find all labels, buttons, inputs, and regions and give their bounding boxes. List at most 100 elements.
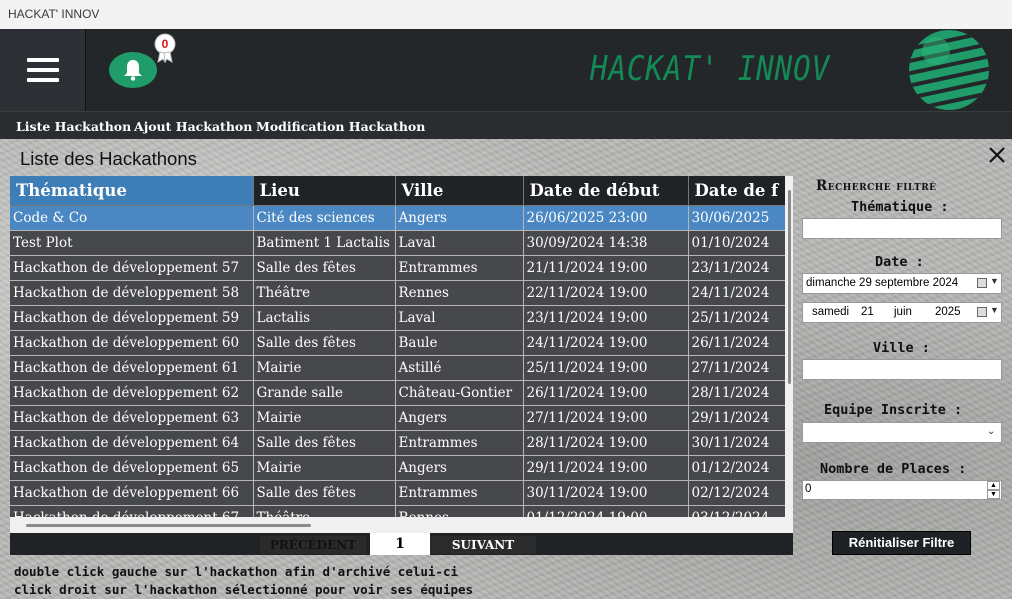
table-cell: Batiment 1 Lactalis: [253, 230, 396, 256]
hackathon-table[interactable]: Thématique Lieu Ville Date de début Date de …: [10, 176, 793, 517]
table-cell: 28/11/2024 19:00: [523, 430, 689, 456]
table-cell: Rennes: [395, 280, 524, 306]
table-cell: Astillé: [395, 355, 524, 381]
vertical-scrollbar[interactable]: [785, 176, 793, 517]
column-header[interactable]: Thématique: [10, 176, 254, 206]
notification-badge: 0: [154, 33, 176, 63]
filter-title: Recherche filtré: [816, 178, 937, 194]
bell-icon: [124, 60, 142, 81]
table-row[interactable]: Test Plot Batiment 1 Lactalis Laval 30/09/2…: [10, 230, 789, 256]
places-label: Nombre de Places :: [820, 461, 967, 477]
table-row[interactable]: Hackathon de développement 59 Lactalis Lav…: [10, 305, 789, 331]
nav-liste-hackathon[interactable]: Liste Hackathon: [16, 119, 131, 134]
date-to-month: juin: [894, 306, 912, 318]
table-row[interactable]: Code & Co Cité des sciences Angers 26/06/20…: [10, 205, 789, 231]
table-cell: 22/11/2024 19:00: [523, 280, 689, 306]
table-cell: Salle des fêtes: [253, 330, 396, 356]
chevron-down-icon: ▼: [990, 305, 999, 315]
table-row[interactable]: Hackathon de développement 66 Salle des f…: [10, 480, 789, 506]
reset-filter-button[interactable]: Rénitialiser Filtre: [832, 531, 971, 555]
stepper-up-icon[interactable]: ▲: [987, 481, 1000, 490]
table-cell: Entrammes: [395, 480, 524, 506]
next-page-button[interactable]: SUIVANT: [430, 536, 536, 554]
table-cell: Lactalis: [253, 305, 396, 331]
table-cell: 30/09/2024 14:38: [523, 230, 689, 256]
date-to-picker[interactable]: samedi 21 juin 2025 ▼: [802, 302, 1002, 323]
date-to-num: 21: [861, 306, 874, 318]
table-cell: Hackathon de développement 63: [10, 405, 254, 431]
table-row[interactable]: Hackathon de développement 67ThéâtreRenn…: [10, 505, 789, 517]
table-row[interactable]: Hackathon de développement 58 Théâtre Renn…: [10, 280, 789, 306]
hint-archive: double click gauche sur l'hackathon afin…: [14, 564, 459, 579]
table-cell: 26/11/2024: [688, 330, 789, 356]
equipe-select[interactable]: ⌄: [802, 422, 1002, 443]
table-cell: 21/11/2024 19:00: [523, 255, 689, 281]
table-row[interactable]: Hackathon de développement 63 Mairie Anger…: [10, 405, 789, 431]
table-cell: 27/11/2024: [688, 355, 789, 381]
nav-modification-hackathon[interactable]: Modification Hackathon: [256, 119, 425, 134]
table-cell: Grande salle: [253, 380, 396, 406]
table-cell: Théâtre: [253, 505, 396, 517]
hamburger-menu-button[interactable]: [0, 29, 86, 111]
stepper-down-icon[interactable]: ▼: [987, 490, 1000, 499]
table-cell: 23/11/2024 19:00: [523, 305, 689, 331]
column-header[interactable]: Date de f: [688, 176, 789, 206]
brand-title: HACKAT' INNOV: [590, 49, 831, 89]
table-cell: Salle des fêtes: [253, 480, 396, 506]
horizontal-scroll-thumb[interactable]: [26, 524, 311, 527]
date-to-year: 2025: [935, 306, 961, 318]
table-header-row: Thématique Lieu Ville Date de début Date de …: [10, 176, 789, 206]
menu-bar-icon: [27, 58, 59, 62]
table-cell: Test Plot: [10, 230, 254, 256]
table-cell: Laval: [395, 305, 524, 331]
calendar-icon: [977, 278, 987, 288]
table-cell: 30/11/2024: [688, 430, 789, 456]
ville-input[interactable]: [802, 359, 1002, 380]
table-cell: Angers: [395, 405, 524, 431]
table-row[interactable]: Hackathon de développement 61 Mairie Astil…: [10, 355, 789, 381]
places-value: 0: [805, 483, 812, 495]
table-cell: Hackathon de développement 65: [10, 455, 254, 481]
places-stepper[interactable]: 0 ▲ ▼: [802, 480, 1002, 500]
table-cell: Mairie: [253, 455, 396, 481]
thematique-input[interactable]: [802, 218, 1002, 239]
table-cell: Hackathon de développement 67: [10, 505, 254, 517]
table-cell: Entrammes: [395, 255, 524, 281]
table-cell: Angers: [395, 455, 524, 481]
table-row[interactable]: Hackathon de développement 64 Salle des f…: [10, 430, 789, 456]
date-to-day: samedi: [812, 306, 850, 318]
table-cell: Hackathon de développement 64: [10, 430, 254, 456]
table-cell: 02/12/2024: [688, 480, 789, 506]
notification-bell-button[interactable]: [109, 52, 157, 88]
table-cell: 25/11/2024 19:00: [523, 355, 689, 381]
table-row[interactable]: Hackathon de développement 57 Salle des f…: [10, 255, 789, 281]
column-header[interactable]: Lieu: [253, 176, 396, 206]
close-icon[interactable]: [987, 145, 1007, 165]
table-cell: 29/11/2024: [688, 405, 789, 431]
column-header[interactable]: Date de début: [523, 176, 689, 206]
table-row[interactable]: Hackathon de développement 62 Grande sall…: [10, 380, 789, 406]
previous-page-button[interactable]: PRÉCÉDENT: [260, 536, 366, 554]
vertical-scroll-thumb[interactable]: [788, 190, 791, 384]
table-row[interactable]: Hackathon de développement 65 Mairie Anger…: [10, 455, 789, 481]
chevron-down-icon: ▼: [990, 276, 999, 286]
pagination-bar: PRÉCÉDENT 1 SUIVANT: [10, 533, 793, 555]
table-row[interactable]: Hackathon de développement 60 Salle des f…: [10, 330, 789, 356]
table-cell: 01/12/2024 19:00: [523, 505, 689, 517]
page-title: Liste des Hackathons: [20, 148, 197, 169]
table-cell: Théâtre: [253, 280, 396, 306]
hint-teams: click droit sur l'hackathon sélectionné …: [14, 582, 474, 597]
table-cell: Château-Gontier: [395, 380, 524, 406]
nav-ajout-hackathon[interactable]: Ajout Hackathon: [134, 119, 252, 134]
table-cell: Angers: [395, 205, 524, 231]
column-header[interactable]: Ville: [395, 176, 524, 206]
equipe-label: Equipe Inscrite :: [824, 402, 963, 418]
table-cell: 30/11/2024 19:00: [523, 480, 689, 506]
date-from-picker[interactable]: dimanche 29 septembre 2024 ▼: [802, 273, 1002, 294]
table-cell: Hackathon de développement 60: [10, 330, 254, 356]
table-cell: 24/11/2024 19:00: [523, 330, 689, 356]
horizontal-scrollbar[interactable]: [10, 517, 793, 533]
main-navbar: Liste Hackathon Ajout Hackathon Modifica…: [0, 111, 1012, 140]
table-cell: 27/11/2024 19:00: [523, 405, 689, 431]
table-cell: Cité des sciences: [253, 205, 396, 231]
